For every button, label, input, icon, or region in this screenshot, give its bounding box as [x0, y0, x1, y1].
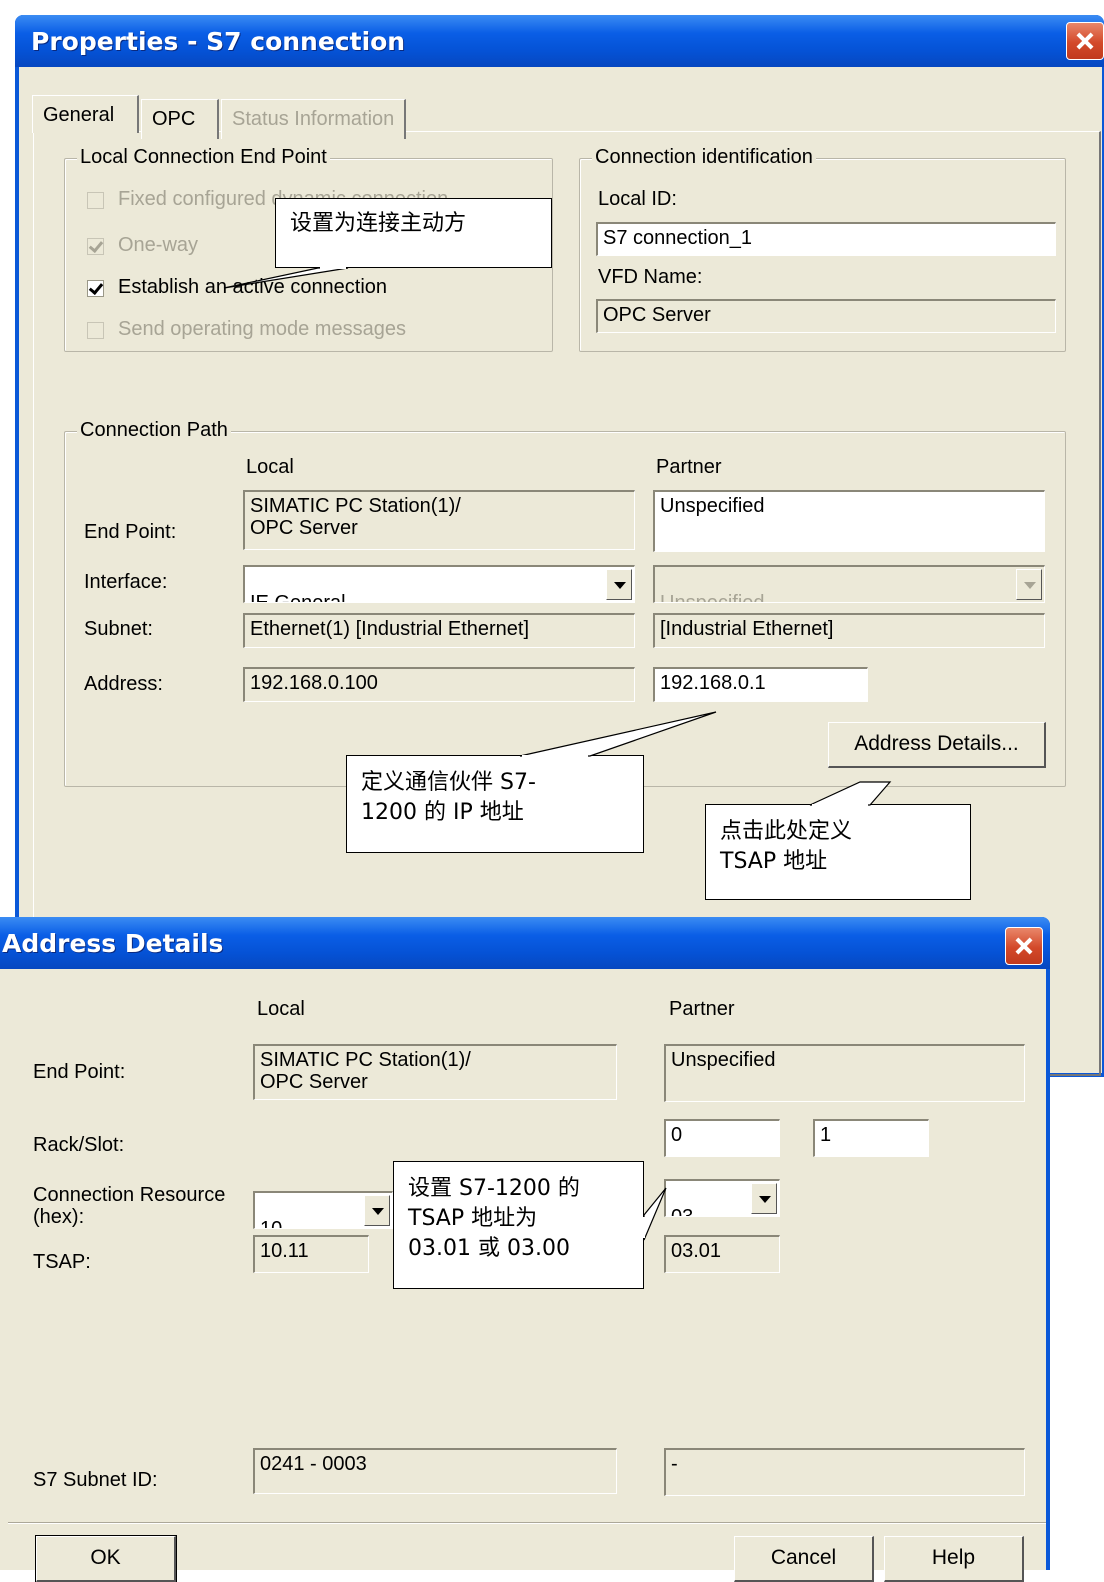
interface-local-select[interactable]: IE General: [243, 565, 635, 603]
ad-local-header: Local: [257, 998, 305, 1020]
connection-path-legend: Connection Path: [77, 419, 231, 442]
rack-slot-label: Rack/Slot:: [33, 1134, 125, 1156]
tab-opc[interactable]: OPC: [141, 99, 219, 139]
chevron-down-icon: [1016, 569, 1042, 600]
path-local-header: Local: [246, 456, 294, 478]
tab-status-information[interactable]: Status Information: [221, 99, 406, 139]
vfd-name-field: OPC Server: [596, 299, 1056, 333]
end-point-label: End Point:: [84, 521, 177, 543]
subnet-local-field: Ethernet(1) [Industrial Ethernet]: [243, 613, 635, 648]
address-label: Address:: [84, 673, 163, 695]
one-way-checkbox[interactable]: [87, 237, 104, 255]
properties-close-icon[interactable]: [1066, 22, 1104, 60]
tab-general[interactable]: General: [32, 95, 139, 133]
chevron-down-icon[interactable]: [364, 1195, 390, 1226]
vfd-name-label: VFD Name:: [598, 266, 703, 288]
interface-label: Interface:: [84, 571, 168, 593]
resource-local-value: 10: [260, 1218, 283, 1229]
slot-input[interactable]: 1: [813, 1119, 929, 1157]
interface-local-value: IE General: [250, 592, 346, 603]
subnet-id-partner-field: -: [664, 1448, 1025, 1496]
active-connection-label: Establish an active connection: [118, 276, 388, 298]
end-point-local-field: SIMATIC PC Station(1)/ OPC Server: [243, 490, 635, 550]
tsap-partner-field: 03.01: [664, 1235, 780, 1273]
interface-partner-value: Unspecified: [660, 592, 765, 603]
ok-button[interactable]: OK: [35, 1535, 177, 1582]
callout-tsap-click: 点击此处定义 TSAP 地址: [705, 804, 971, 900]
callout-active-connection: 设置为连接主动方: [275, 198, 552, 268]
end-point-partner-field[interactable]: Unspecified: [653, 490, 1045, 552]
connection-resource-label: Connection Resource (hex):: [33, 1184, 226, 1228]
ad-partner-header: Partner: [669, 998, 735, 1020]
local-id-input[interactable]: S7 connection_1: [596, 222, 1056, 256]
fixed-dynamic-checkbox[interactable]: [87, 192, 104, 209]
help-button[interactable]: Help: [884, 1536, 1024, 1582]
address-details-close-icon[interactable]: [1005, 927, 1043, 965]
one-way-label: One-way: [118, 234, 199, 256]
rack-input[interactable]: 0: [664, 1119, 780, 1157]
check-mark-icon: [88, 279, 104, 296]
properties-titlebar[interactable]: Properties - S7 connection: [15, 15, 1104, 67]
active-connection-checkbox[interactable]: [87, 279, 104, 297]
check-mark-icon: [88, 237, 104, 254]
address-details-titlebar[interactable]: Address Details: [0, 917, 1050, 969]
cancel-button[interactable]: Cancel: [734, 1536, 874, 1582]
ad-end-point-partner-field: Unspecified: [664, 1044, 1025, 1102]
connection-identification-group: Connection identification Local ID: S7 c…: [579, 146, 1066, 352]
ad-end-point-label: End Point:: [33, 1061, 126, 1083]
ad-end-point-local-field: SIMATIC PC Station(1)/ OPC Server: [253, 1044, 617, 1100]
subnet-id-local-field: 0241 - 0003: [253, 1448, 617, 1494]
resource-partner-select[interactable]: 03: [664, 1179, 780, 1217]
path-partner-header: Partner: [656, 456, 722, 478]
connection-path-group: Connection Path Local Partner End Point:…: [64, 419, 1066, 787]
address-partner-input[interactable]: 192.168.0.1: [653, 667, 868, 702]
resource-partner-value: 03: [671, 1206, 694, 1217]
operating-mode-checkbox[interactable]: [87, 322, 104, 339]
connection-identification-legend: Connection identification: [592, 146, 816, 169]
chevron-down-icon[interactable]: [751, 1183, 777, 1214]
operating-mode-label: Send operating mode messages: [118, 318, 406, 340]
local-id-label: Local ID:: [598, 188, 677, 210]
address-local-field: 192.168.0.100: [243, 667, 635, 702]
tsap-label: TSAP:: [33, 1251, 91, 1273]
callout-partner-ip: 定义通信伙伴 S7- 1200 的 IP 地址: [346, 755, 644, 853]
interface-partner-select[interactable]: Unspecified: [653, 565, 1045, 603]
button-divider: [8, 1522, 1046, 1524]
local-end-point-legend: Local Connection End Point: [77, 146, 330, 169]
address-details-title: Address Details: [2, 929, 224, 958]
callout-tsap-set: 设置 S7-1200 的 TSAP 地址为 03.01 或 03.00: [393, 1161, 644, 1289]
resource-local-select[interactable]: 10: [253, 1191, 393, 1229]
properties-title: Properties - S7 connection: [31, 27, 406, 56]
address-details-button[interactable]: Address Details...: [828, 722, 1046, 768]
subnet-partner-field: [Industrial Ethernet]: [653, 613, 1045, 648]
subnet-label: Subnet:: [84, 618, 153, 640]
tsap-local-field: 10.11: [253, 1235, 369, 1273]
chevron-down-icon[interactable]: [606, 569, 632, 600]
subnet-id-label: S7 Subnet ID:: [33, 1469, 158, 1491]
